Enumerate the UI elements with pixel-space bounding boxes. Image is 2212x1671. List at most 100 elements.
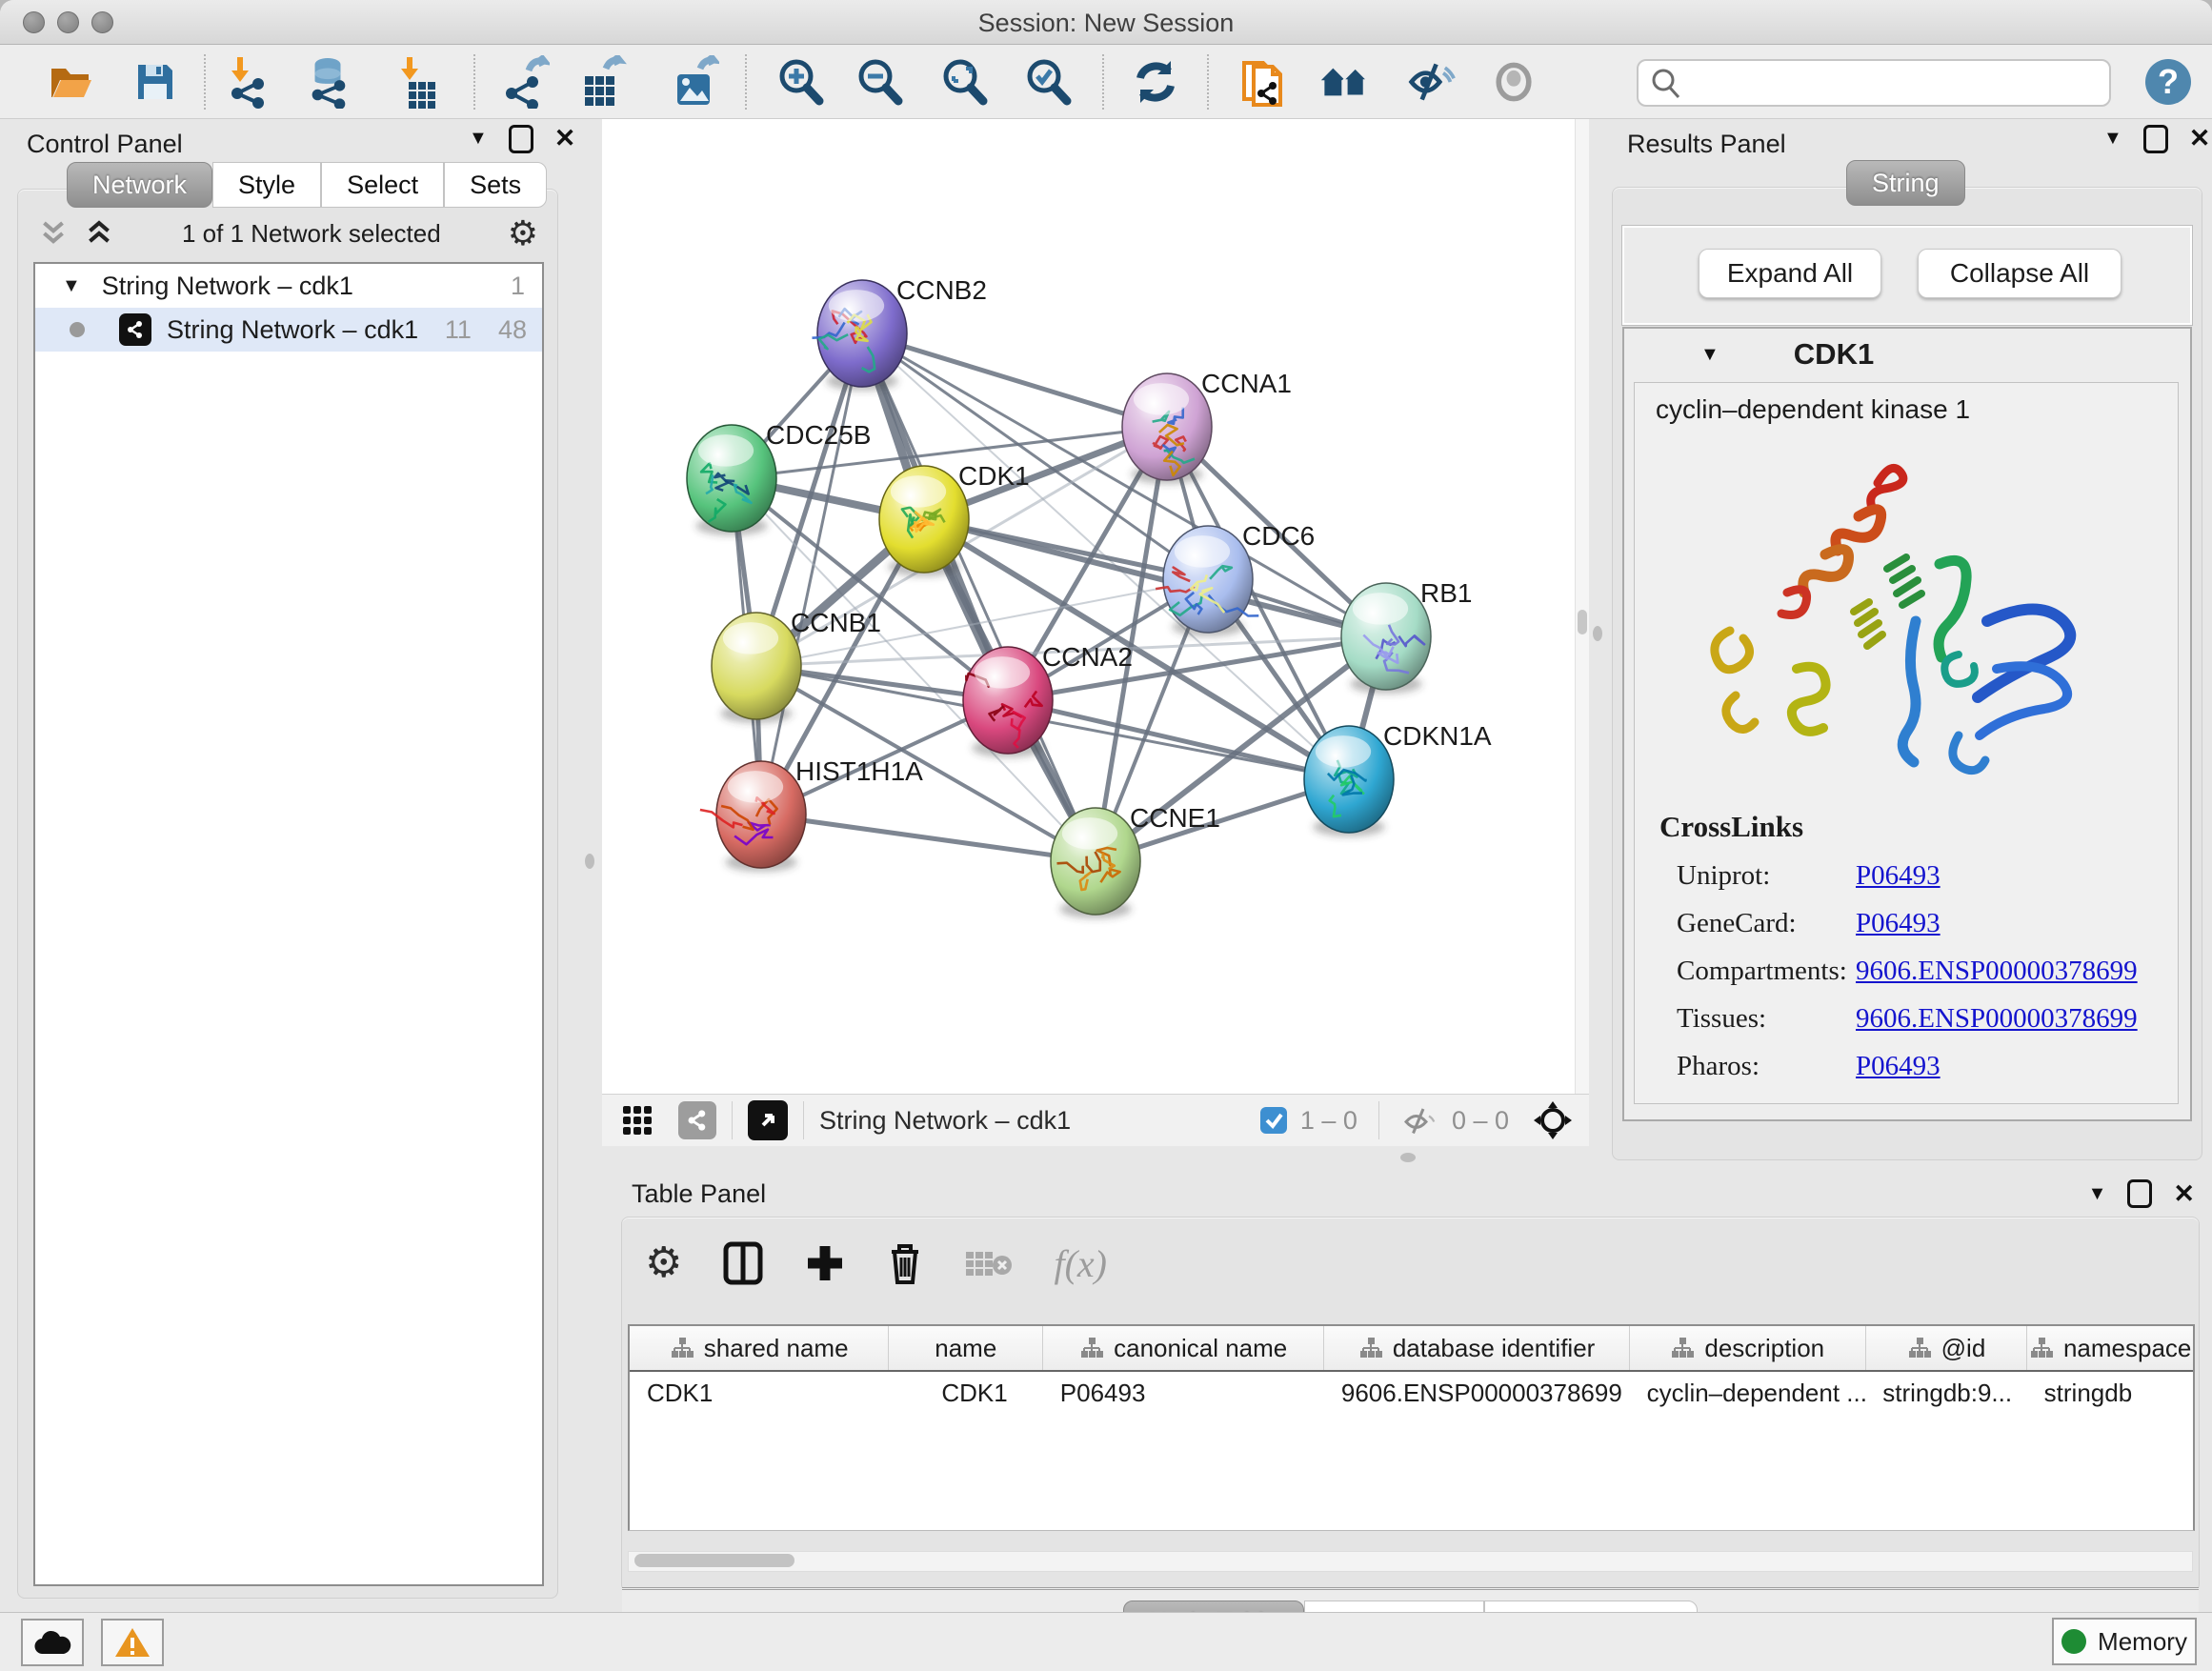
show-all-button[interactable]: [1489, 57, 1538, 107]
control-panel-close-icon[interactable]: ✕: [554, 124, 576, 153]
table-panel-menu-icon[interactable]: ▼: [2088, 1183, 2107, 1205]
cloud-icon: [33, 1629, 71, 1656]
crosslink-uniprot-link[interactable]: P06493: [1856, 860, 1941, 892]
network-node-CCNB1[interactable]: CCNB1: [712, 608, 881, 723]
zoom-fit-icon: [939, 57, 989, 107]
show-columns-icon[interactable]: [722, 1240, 764, 1286]
table-row[interactable]: CDK1 CDK1 P06493 9606.ENSP00000378699 cy…: [630, 1372, 2193, 1414]
delete-column-icon[interactable]: [886, 1240, 924, 1286]
network-edge-CDK1-RB1[interactable]: [924, 519, 1386, 636]
birds-eye-view-icon[interactable]: [748, 1100, 788, 1140]
network-edge-CCNB2-HIST1H1A[interactable]: [761, 333, 862, 815]
crosslink-pharos-link[interactable]: P06493: [1856, 1051, 1941, 1082]
tab-string[interactable]: String: [1846, 160, 1965, 206]
network-node-CDKN1A[interactable]: CDKN1A: [1304, 721, 1492, 836]
expand-all-button[interactable]: Expand All: [1699, 249, 1881, 298]
help-button[interactable]: ?: [2143, 57, 2193, 107]
network-label: String Network – cdk1: [167, 315, 418, 345]
cloud-status-button[interactable]: [21, 1619, 84, 1666]
column-header-description[interactable]: description: [1630, 1326, 1866, 1370]
column-header-id[interactable]: @id: [1866, 1326, 2028, 1370]
node-label-CCNA1: CCNA1: [1201, 369, 1292, 398]
crosslink-genecard-link[interactable]: P06493: [1856, 908, 1941, 939]
network-canvas[interactable]: CCNB2CCNA1CDC25BCDK1CDC6RB1CCNB1CCNA2CDK…: [602, 119, 1589, 1094]
tab-select[interactable]: Select: [321, 162, 444, 208]
column-header-name[interactable]: name: [889, 1326, 1043, 1370]
grid-view-icon[interactable]: [619, 1102, 655, 1138]
gene-card-header[interactable]: ▼ CDK1: [1624, 329, 2190, 380]
search-icon: [1650, 68, 1682, 100]
fit-content-crosshair-icon[interactable]: [1532, 1099, 1574, 1141]
export-network-button[interactable]: [500, 57, 550, 107]
expand-all-icon[interactable]: [37, 219, 70, 248]
bottom-splitter-handle[interactable]: [1400, 1153, 1416, 1162]
results-panel-close-icon[interactable]: ✕: [2189, 124, 2211, 153]
zoom-fit-button[interactable]: [939, 57, 989, 107]
memory-button[interactable]: Memory: [2052, 1618, 2197, 1665]
table-panel-float-icon[interactable]: [2127, 1179, 2152, 1208]
table-options-gear-icon[interactable]: ⚙: [645, 1242, 682, 1284]
crosslink-label: Uniprot:: [1659, 860, 1856, 892]
clone-network-icon: [1238, 53, 1288, 111]
hidden-eye-icon[interactable]: [1400, 1104, 1440, 1137]
column-header-namespace[interactable]: namespace: [2027, 1326, 2193, 1370]
zoom-selected-button[interactable]: [1023, 57, 1073, 107]
crosslink-tissues-link[interactable]: 9606.ENSP00000378699: [1856, 1003, 2138, 1035]
network-row-selected[interactable]: String Network – cdk1 11 48: [35, 308, 542, 352]
export-table-button[interactable]: [577, 57, 627, 107]
search-input[interactable]: [1688, 63, 2101, 101]
column-header-canonical-name[interactable]: canonical name: [1043, 1326, 1324, 1370]
selected-checkbox-icon[interactable]: [1258, 1105, 1289, 1136]
tab-network[interactable]: Network: [67, 162, 212, 208]
network-node-CCNA2[interactable]: CCNA2: [963, 642, 1133, 757]
add-column-icon[interactable]: [804, 1242, 846, 1284]
left-splitter-handle[interactable]: [585, 854, 594, 869]
results-panel-float-icon[interactable]: [2143, 125, 2168, 153]
node-label-CCNE1: CCNE1: [1130, 803, 1220, 833]
network-edge-HIST1H1A-CCNE1[interactable]: [761, 815, 1096, 861]
gene-card-expander-icon[interactable]: ▼: [1700, 344, 1719, 366]
warnings-button[interactable]: [101, 1619, 164, 1666]
table-horizontal-scrollbar[interactable]: [628, 1551, 2193, 1572]
clone-network-button[interactable]: [1238, 57, 1288, 107]
results-panel-menu-icon[interactable]: ▼: [2103, 128, 2122, 150]
right-splitter-handle[interactable]: [1593, 626, 1602, 641]
network-share-icon[interactable]: [678, 1101, 716, 1139]
network-node-RB1[interactable]: RB1: [1341, 578, 1472, 694]
control-panel-menu-icon[interactable]: ▼: [469, 128, 488, 150]
column-header-database-identifier[interactable]: database identifier: [1324, 1326, 1630, 1370]
save-session-button[interactable]: [131, 57, 180, 107]
network-node-CCNE1[interactable]: CCNE1: [1051, 803, 1220, 918]
zoom-out-button[interactable]: [855, 57, 904, 107]
refresh-view-button[interactable]: [1131, 57, 1180, 107]
column-header-shared-name[interactable]: shared name: [630, 1326, 889, 1370]
layout-home-button[interactable]: [1319, 57, 1369, 107]
table-panel-title: Table Panel: [632, 1179, 766, 1209]
network-node-HIST1H1A[interactable]: HIST1H1A: [700, 756, 923, 872]
zoom-in-button[interactable]: [775, 57, 825, 107]
export-image-button[interactable]: [670, 57, 719, 107]
collection-expander-icon[interactable]: ▼: [62, 275, 81, 297]
network-edge-CCNA2-CDKN1A[interactable]: [1008, 700, 1349, 779]
network-collection-row[interactable]: ▼ String Network – cdk1 1: [35, 264, 542, 308]
tab-sets[interactable]: Sets: [444, 162, 547, 208]
control-panel-float-icon[interactable]: [509, 125, 533, 153]
collapse-all-icon[interactable]: [83, 219, 115, 248]
hide-selected-button[interactable]: [1406, 57, 1456, 107]
network-options-gear-icon[interactable]: ⚙: [508, 216, 538, 251]
network-node-CDC6[interactable]: CDC6: [1156, 521, 1315, 636]
import-table-button[interactable]: [392, 57, 441, 107]
network-vertical-scrollbar[interactable]: [1575, 119, 1589, 1094]
import-network-from-file-button[interactable]: [222, 57, 271, 107]
crosslink-compartments-link[interactable]: 9606.ENSP00000378699: [1856, 956, 2138, 987]
search-field[interactable]: [1637, 59, 2111, 107]
network-node-CCNB2[interactable]: CCNB2: [813, 275, 987, 391]
table-panel-close-icon[interactable]: ✕: [2173, 1179, 2195, 1209]
tab-style[interactable]: Style: [212, 162, 321, 208]
network-edge-CCNB2-CCNA1[interactable]: [862, 333, 1167, 427]
import-network-from-database-button[interactable]: [303, 57, 352, 107]
open-session-button[interactable]: [47, 57, 96, 107]
function-builder-icon: f(x): [1054, 1241, 1107, 1286]
control-panel: Control Panel ▼ ✕ Network Style Select S…: [10, 124, 564, 1608]
collapse-all-button[interactable]: Collapse All: [1918, 249, 2122, 298]
